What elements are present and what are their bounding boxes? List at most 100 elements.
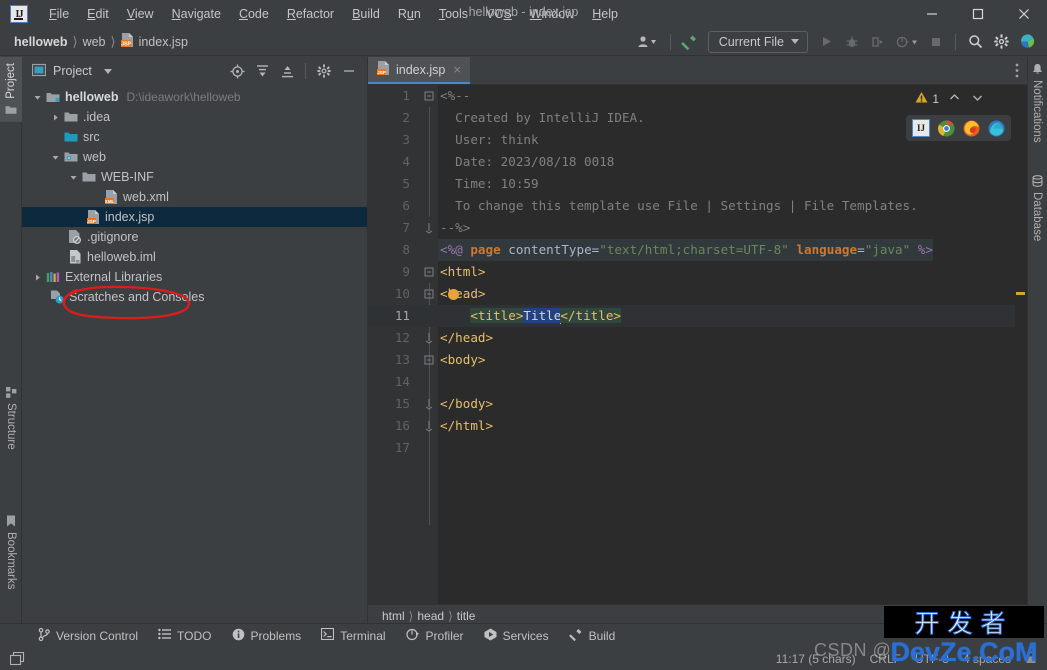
- code-editor[interactable]: 1 <%-- 2 Created by IntelliJ IDEA. 3 Use…: [368, 85, 1027, 604]
- next-problem-icon[interactable]: [972, 92, 983, 106]
- close-button[interactable]: [1001, 0, 1047, 28]
- editor-options-icon[interactable]: [1015, 57, 1027, 84]
- tree-node-gitignore[interactable]: .gitignore: [22, 227, 367, 247]
- sidebar-item-database[interactable]: Database: [1027, 169, 1047, 247]
- tree-node-helloweb-iml[interactable]: helloweb.iml: [22, 247, 367, 267]
- profile-icon[interactable]: [892, 31, 922, 53]
- gear-icon[interactable]: [312, 60, 336, 82]
- chevron-down-icon[interactable]: [103, 68, 112, 74]
- left-tool-strip: Project Structure Bookmarks: [0, 57, 22, 626]
- stop-icon[interactable]: [924, 31, 948, 53]
- menu-help[interactable]: Help: [583, 4, 627, 24]
- file-encoding[interactable]: UTF-8: [915, 652, 949, 666]
- fold-marker-icon[interactable]: [420, 283, 438, 305]
- fold-end-marker-icon[interactable]: [420, 327, 438, 349]
- select-opened-file-icon[interactable]: [225, 60, 249, 82]
- fold-end-marker-icon[interactable]: [420, 393, 438, 415]
- tool-window-build[interactable]: Build: [559, 624, 626, 647]
- line-number: 14: [394, 374, 410, 389]
- tree-node-web[interactable]: web: [22, 147, 367, 167]
- tool-window-profiler[interactable]: Profiler: [396, 625, 474, 647]
- run-icon[interactable]: [814, 31, 838, 53]
- chevron-right-icon[interactable]: [30, 273, 44, 282]
- editor-marker-strip[interactable]: [1015, 85, 1027, 604]
- tree-node-src[interactable]: src: [22, 127, 367, 147]
- tool-window-version-control[interactable]: Version Control: [28, 625, 148, 647]
- run-configuration-selector[interactable]: Current File: [707, 30, 808, 53]
- inspection-status[interactable]: 1: [915, 91, 983, 107]
- ide-notification-icon[interactable]: [1015, 31, 1039, 53]
- intellij-preview-icon[interactable]: IJ: [912, 119, 930, 137]
- tree-node-external-libraries[interactable]: External Libraries: [22, 267, 367, 287]
- expand-all-icon[interactable]: [250, 60, 274, 82]
- tool-window-problems[interactable]: Problems: [222, 625, 312, 647]
- tree-node-idea[interactable]: .idea: [22, 107, 367, 127]
- sidebar-item-bookmarks[interactable]: Bookmarks: [0, 509, 22, 596]
- menu-edit[interactable]: Edit: [78, 4, 118, 24]
- code-content[interactable]: 1 <%-- 2 Created by IntelliJ IDEA. 3 Use…: [368, 85, 1027, 604]
- tool-window-todo[interactable]: TODO: [148, 625, 221, 646]
- run-with-coverage-icon[interactable]: [866, 31, 890, 53]
- fold-end-marker-icon[interactable]: [420, 217, 438, 239]
- menu-navigate[interactable]: Navigate: [163, 4, 230, 24]
- breadcrumb-project[interactable]: helloweb: [10, 33, 71, 51]
- menu-refactor[interactable]: Refactor: [278, 4, 343, 24]
- menu-view[interactable]: View: [118, 4, 163, 24]
- menu-vcs[interactable]: VCS: [477, 4, 521, 24]
- minimize-button[interactable]: [909, 0, 955, 28]
- warning-marker[interactable]: [1016, 292, 1025, 295]
- tree-node-index-jsp[interactable]: JSP index.jsp: [22, 207, 367, 227]
- menu-code[interactable]: Code: [230, 4, 278, 24]
- debug-icon[interactable]: [840, 31, 864, 53]
- sidebar-item-structure[interactable]: Structure: [0, 381, 22, 456]
- settings-gear-icon[interactable]: [989, 31, 1013, 53]
- collapse-all-icon[interactable]: [275, 60, 299, 82]
- breadcrumb-html[interactable]: html: [382, 609, 405, 623]
- line-separator[interactable]: CRLF: [870, 652, 901, 666]
- tree-node-web-xml[interactable]: XML web.xml: [22, 187, 367, 207]
- menu-tools[interactable]: Tools: [430, 4, 477, 24]
- chevron-right-icon[interactable]: [48, 113, 62, 122]
- menu-run[interactable]: Run: [389, 4, 430, 24]
- caret-position[interactable]: 11:17 (5 chars): [776, 652, 856, 666]
- chrome-icon[interactable]: [938, 119, 955, 137]
- menu-file[interactable]: File: [40, 4, 78, 24]
- fold-marker-icon[interactable]: [420, 349, 438, 371]
- build-hammer-icon[interactable]: [678, 31, 702, 53]
- fold-end-marker-icon[interactable]: [420, 415, 438, 437]
- editor-tab-index-jsp[interactable]: JSP index.jsp ×: [368, 57, 470, 84]
- settings-sync-icon[interactable]: [633, 31, 663, 53]
- indent-setting[interactable]: 4 spaces: [963, 652, 1011, 666]
- menu-window[interactable]: Window: [521, 4, 583, 24]
- chevron-down-icon[interactable]: [48, 153, 62, 162]
- search-everywhere-icon[interactable]: [963, 31, 987, 53]
- firefox-icon[interactable]: [963, 119, 980, 137]
- project-tree[interactable]: helloweb D:\ideawork\helloweb .idea src …: [22, 85, 367, 626]
- layout-icon[interactable]: [0, 651, 25, 666]
- tool-window-terminal[interactable]: Terminal: [311, 625, 395, 646]
- maximize-button[interactable]: [955, 0, 1001, 28]
- hide-panel-icon[interactable]: [337, 60, 361, 82]
- breadcrumb-title[interactable]: title: [457, 609, 476, 623]
- tree-node-web-inf[interactable]: WEB-INF: [22, 167, 367, 187]
- fold-marker-icon[interactable]: [420, 261, 438, 283]
- fold-marker-icon[interactable]: [420, 85, 438, 107]
- tree-node-scratches[interactable]: Scratches and Consoles: [22, 287, 367, 307]
- sidebar-item-notifications[interactable]: Notifications: [1027, 57, 1047, 149]
- chevron-down-icon[interactable]: [30, 93, 44, 102]
- prev-problem-icon[interactable]: [949, 92, 960, 106]
- breadcrumb-file[interactable]: JSP index.jsp: [117, 31, 192, 52]
- menu-build[interactable]: Build: [343, 4, 389, 24]
- tool-window-services[interactable]: Services: [474, 625, 559, 647]
- read-write-icon[interactable]: [1025, 651, 1037, 667]
- breadcrumb-web[interactable]: web: [79, 33, 110, 51]
- tree-node-helloweb[interactable]: helloweb D:\ideawork\helloweb: [22, 87, 367, 107]
- code-line: 10 <head>: [368, 283, 1027, 305]
- edge-icon[interactable]: [988, 119, 1005, 137]
- chevron-down-icon[interactable]: [66, 173, 80, 182]
- breadcrumb-head[interactable]: head: [417, 609, 444, 623]
- line-number: 9: [402, 264, 410, 279]
- close-icon[interactable]: ×: [453, 62, 461, 77]
- sidebar-item-project[interactable]: Project: [0, 57, 22, 122]
